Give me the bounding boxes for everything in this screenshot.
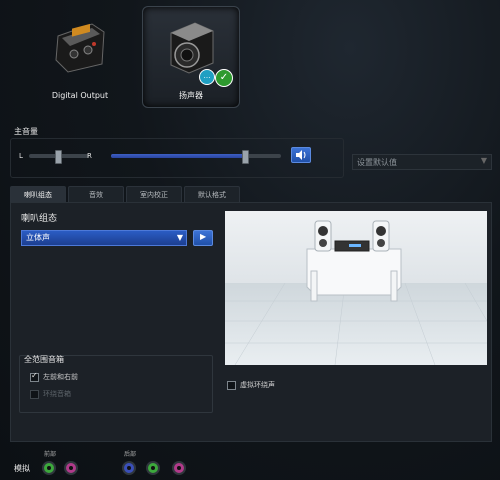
analog-label: 模拟 bbox=[14, 464, 30, 473]
chat-bubble-icon: … bbox=[199, 69, 215, 85]
balance-slider-thumb[interactable] bbox=[55, 150, 62, 164]
speaker-preview-image bbox=[225, 211, 487, 365]
device-label: Digital Output bbox=[51, 91, 109, 100]
full-range-title: 全范围音箱 bbox=[24, 355, 64, 364]
front-green-jack[interactable] bbox=[42, 461, 56, 475]
rear-green-jack[interactable] bbox=[146, 461, 160, 475]
front-pink-jack[interactable] bbox=[64, 461, 78, 475]
volume-slider-fill bbox=[111, 154, 244, 158]
chevron-down-icon: ▼ bbox=[176, 233, 183, 242]
config-title: 喇叭组态 bbox=[21, 214, 58, 224]
rear-blue-jack[interactable] bbox=[122, 461, 136, 475]
balance-left-label: L bbox=[19, 152, 23, 160]
speaker-icon bbox=[170, 22, 214, 74]
front-lr-checkbox[interactable] bbox=[30, 371, 39, 382]
rear-pink-jack[interactable] bbox=[172, 461, 186, 475]
check-icon: ✓ bbox=[215, 69, 233, 87]
surround-checkbox-row: 环绕音箱 bbox=[30, 389, 71, 399]
speaker-volume-icon bbox=[296, 150, 306, 160]
front-lr-label: 左前和右前 bbox=[43, 373, 78, 381]
balance-right-label: R bbox=[87, 152, 92, 160]
tab-speaker-config[interactable]: 喇叭组态 bbox=[10, 186, 66, 203]
speaker-config-panel: 喇叭组态 立体声 ▼ ▶ 全范围音箱 ✓ 左前和右前 环绕音箱 虚拟环绕声 bbox=[10, 202, 492, 442]
analog-rear-label: 后部 bbox=[124, 451, 137, 458]
tab-room-correction[interactable]: 室内校正 bbox=[126, 186, 182, 203]
speaker-config-value: 立体声 bbox=[26, 233, 50, 242]
default-device-label: 设置默认值 bbox=[357, 158, 397, 167]
tab-default-format[interactable]: 默认格式 bbox=[184, 186, 240, 203]
tab-effects[interactable]: 音效 bbox=[68, 186, 124, 203]
surround-label: 环绕音箱 bbox=[43, 390, 71, 398]
analog-front-label: 前部 bbox=[44, 451, 57, 458]
virtual-surround-checkbox[interactable] bbox=[227, 380, 236, 390]
surround-checkbox bbox=[30, 389, 39, 399]
virtual-surround-row[interactable]: 虚拟环绕声 bbox=[227, 380, 275, 390]
master-volume-panel: L R bbox=[10, 138, 344, 178]
default-device-dropdown[interactable]: 设置默认值 ▼ bbox=[352, 154, 492, 170]
chevron-down-icon: ▼ bbox=[480, 156, 487, 165]
front-lr-checkbox-row[interactable]: 左前和右前 bbox=[30, 371, 78, 382]
device-speaker[interactable]: … ✓ 扬声器 bbox=[142, 6, 240, 108]
virtual-surround-label: 虚拟环绕声 bbox=[240, 381, 275, 389]
play-icon: ▶ bbox=[200, 232, 207, 241]
digital-output-icon bbox=[55, 23, 105, 73]
master-volume-title: 主音量 bbox=[14, 127, 38, 136]
device-digital-output[interactable]: Digital Output bbox=[32, 6, 128, 106]
speaker-config-select[interactable]: 立体声 ▼ bbox=[21, 230, 187, 246]
volume-slider-thumb[interactable] bbox=[242, 150, 249, 164]
play-test-button[interactable]: ▶ bbox=[193, 230, 213, 246]
device-label: 扬声器 bbox=[179, 91, 203, 100]
full-range-group: 全范围音箱 左前和右前 环绕音箱 bbox=[19, 355, 213, 413]
mute-button[interactable] bbox=[291, 147, 311, 163]
